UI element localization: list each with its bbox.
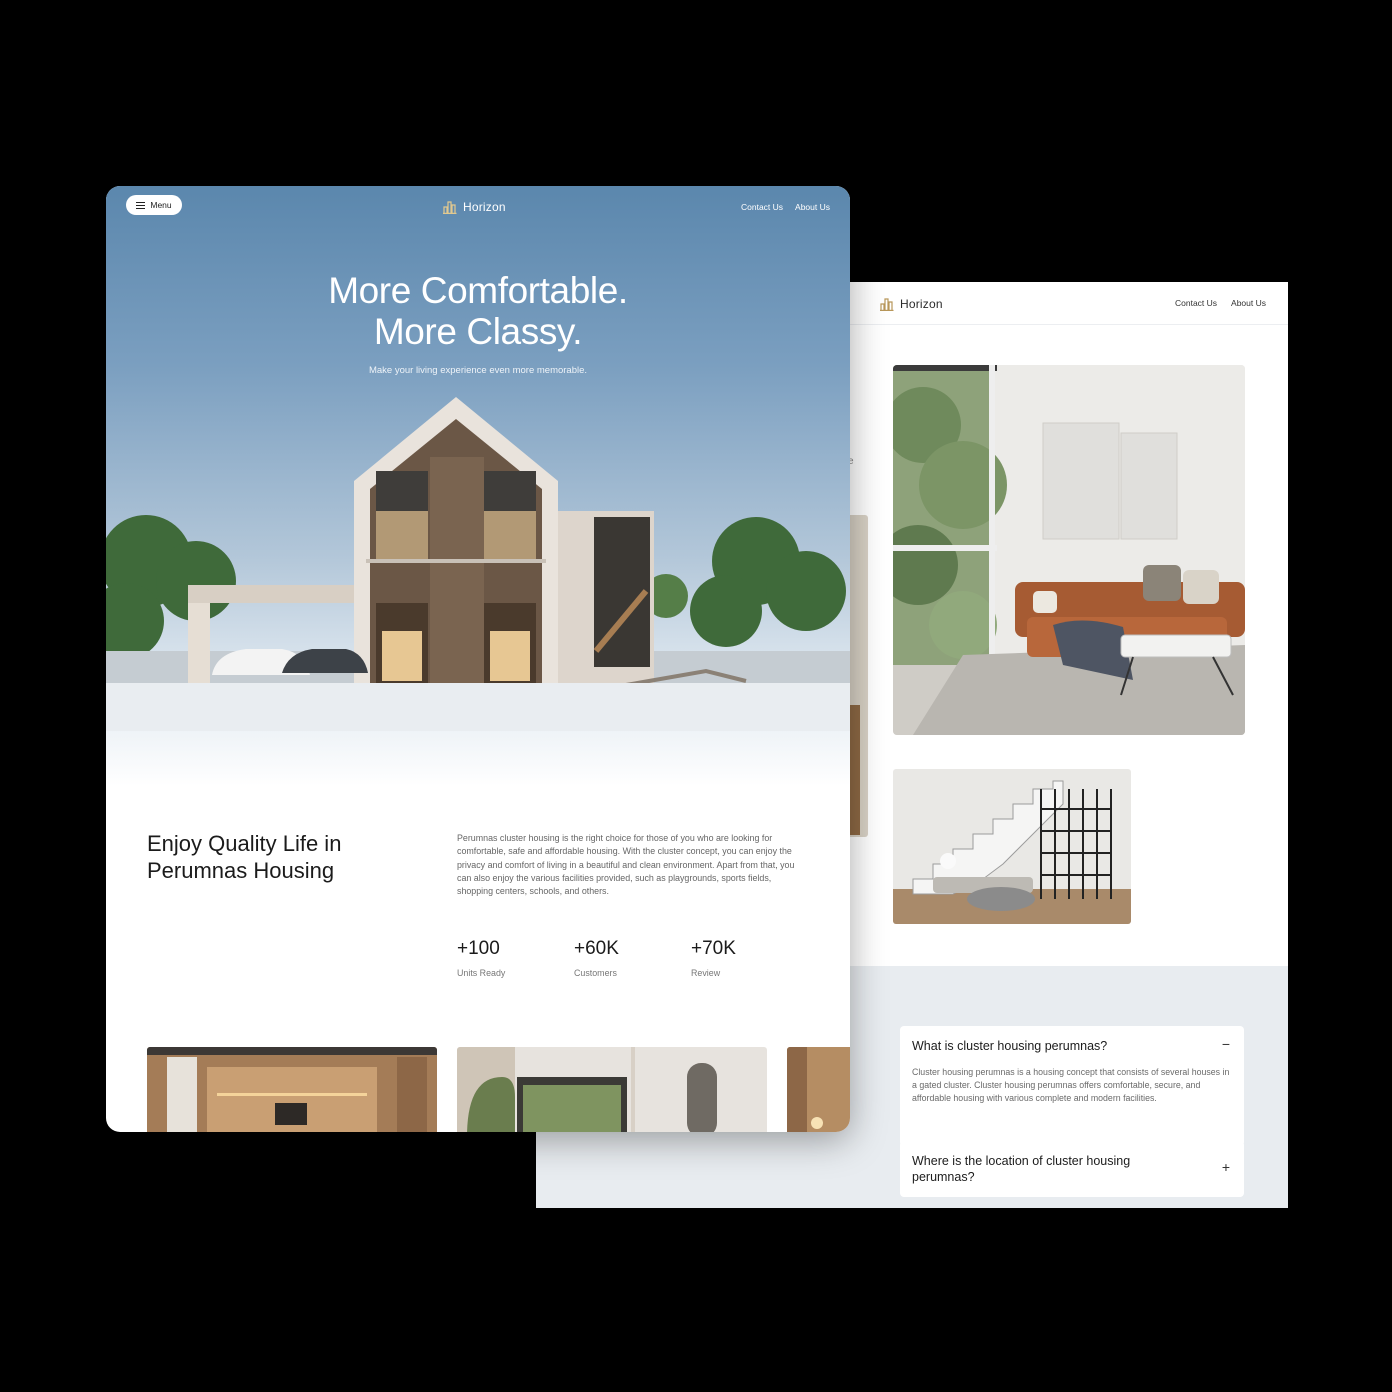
faq-item-1[interactable]: What is cluster housing perumnas? − Clus… [900,1026,1244,1146]
living-room-image [893,365,1245,735]
stat-value: +70K [691,938,736,959]
hero-heading-line-1: More Comfortable. [328,270,628,311]
detail-nav-links: Contact Us About Us [1175,298,1266,308]
stat-value: +60K [574,938,619,959]
faq-answer-1: Cluster housing perumnas is a housing co… [912,1067,1230,1103]
gallery-card-wood-room[interactable] [147,1047,437,1132]
building-logo-icon [443,200,457,214]
about-title-line-2: Perumnas Housing [147,858,335,883]
stat-units: +100 Units Ready [457,938,505,978]
partial-image-fragment [848,515,868,837]
detail-logo[interactable]: Horizon [880,297,943,311]
logo-text: Horizon [463,200,506,214]
stat-value: +100 [457,938,500,959]
hero-section: Menu Horizon Contact Us About Us More Co… [106,186,850,786]
nav-link-contact[interactable]: Contact Us [1175,298,1217,308]
faq-question-1[interactable]: What is cluster housing perumnas? [912,1038,1107,1054]
building-logo-icon [880,297,894,311]
gallery-card-partial[interactable] [787,1047,850,1132]
logo-text: Horizon [900,297,943,311]
stat-label: Review [691,968,721,978]
stat-label: Customers [574,968,617,978]
about-title: Enjoy Quality Life in Perumnas Housing [147,830,341,884]
faq-item-2[interactable]: Where is the location of cluster housing… [900,1141,1244,1197]
nav-link-about[interactable]: About Us [1231,298,1266,308]
gallery-card-arch-room[interactable] [457,1047,767,1132]
about-title-line-1: Enjoy Quality Life in [147,831,342,856]
stair-interior-image [893,769,1131,924]
nav-link-about[interactable]: About Us [795,202,830,212]
collapse-icon[interactable]: − [1222,1036,1230,1052]
home-page-mockup: Menu Horizon Contact Us About Us More Co… [106,186,850,1132]
hero-heading-line-2: More Classy. [373,311,583,352]
stat-label: Units Ready [457,968,506,978]
home-nav-links: Contact Us About Us [741,202,830,212]
expand-icon[interactable]: + [1222,1159,1230,1175]
menu-label: Menu [150,200,172,210]
faq-question-2[interactable]: Where is the location of cluster housing… [912,1153,1172,1185]
about-description: Perumnas cluster housing is the right ch… [457,833,795,897]
home-logo[interactable]: Horizon [443,200,506,214]
stat-customers: +60K Customers [574,938,619,978]
hamburger-icon [136,201,146,209]
stat-reviews: +70K Review [691,938,736,978]
menu-button[interactable]: Menu [126,195,182,215]
house-illustration [106,391,850,731]
hero-subtitle: Make your living experience even more me… [368,365,588,376]
nav-link-contact[interactable]: Contact Us [741,202,783,212]
